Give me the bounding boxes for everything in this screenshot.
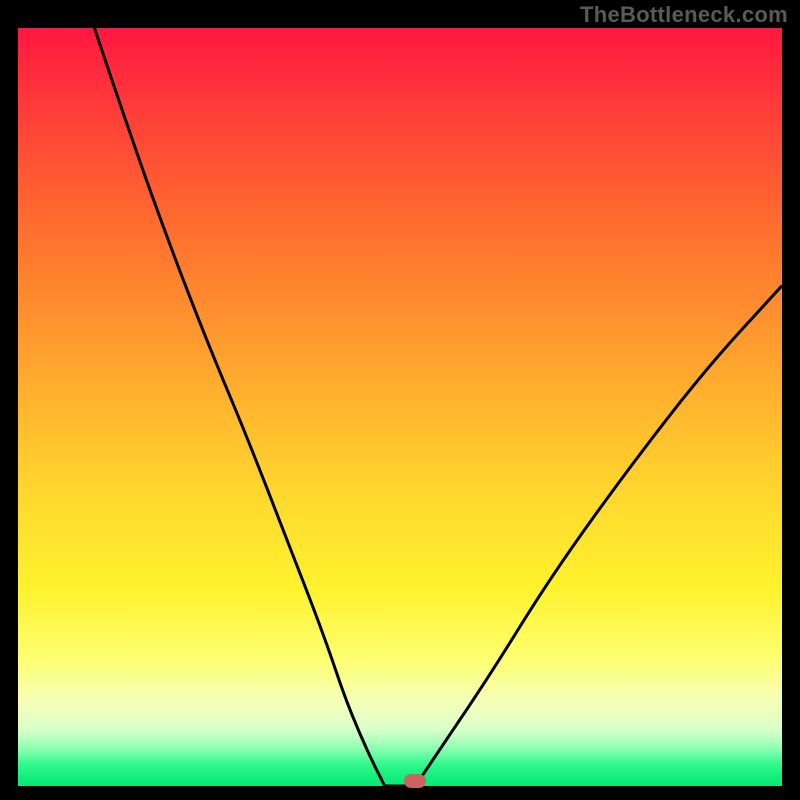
- watermark-text: TheBottleneck.com: [580, 2, 788, 28]
- curve-left-branch: [94, 28, 384, 786]
- bottleneck-curve: [18, 28, 782, 786]
- optimal-point-marker: [404, 774, 426, 788]
- plot-area: [18, 28, 782, 786]
- curve-right-branch: [415, 286, 782, 786]
- chart-container: TheBottleneck.com: [0, 0, 800, 800]
